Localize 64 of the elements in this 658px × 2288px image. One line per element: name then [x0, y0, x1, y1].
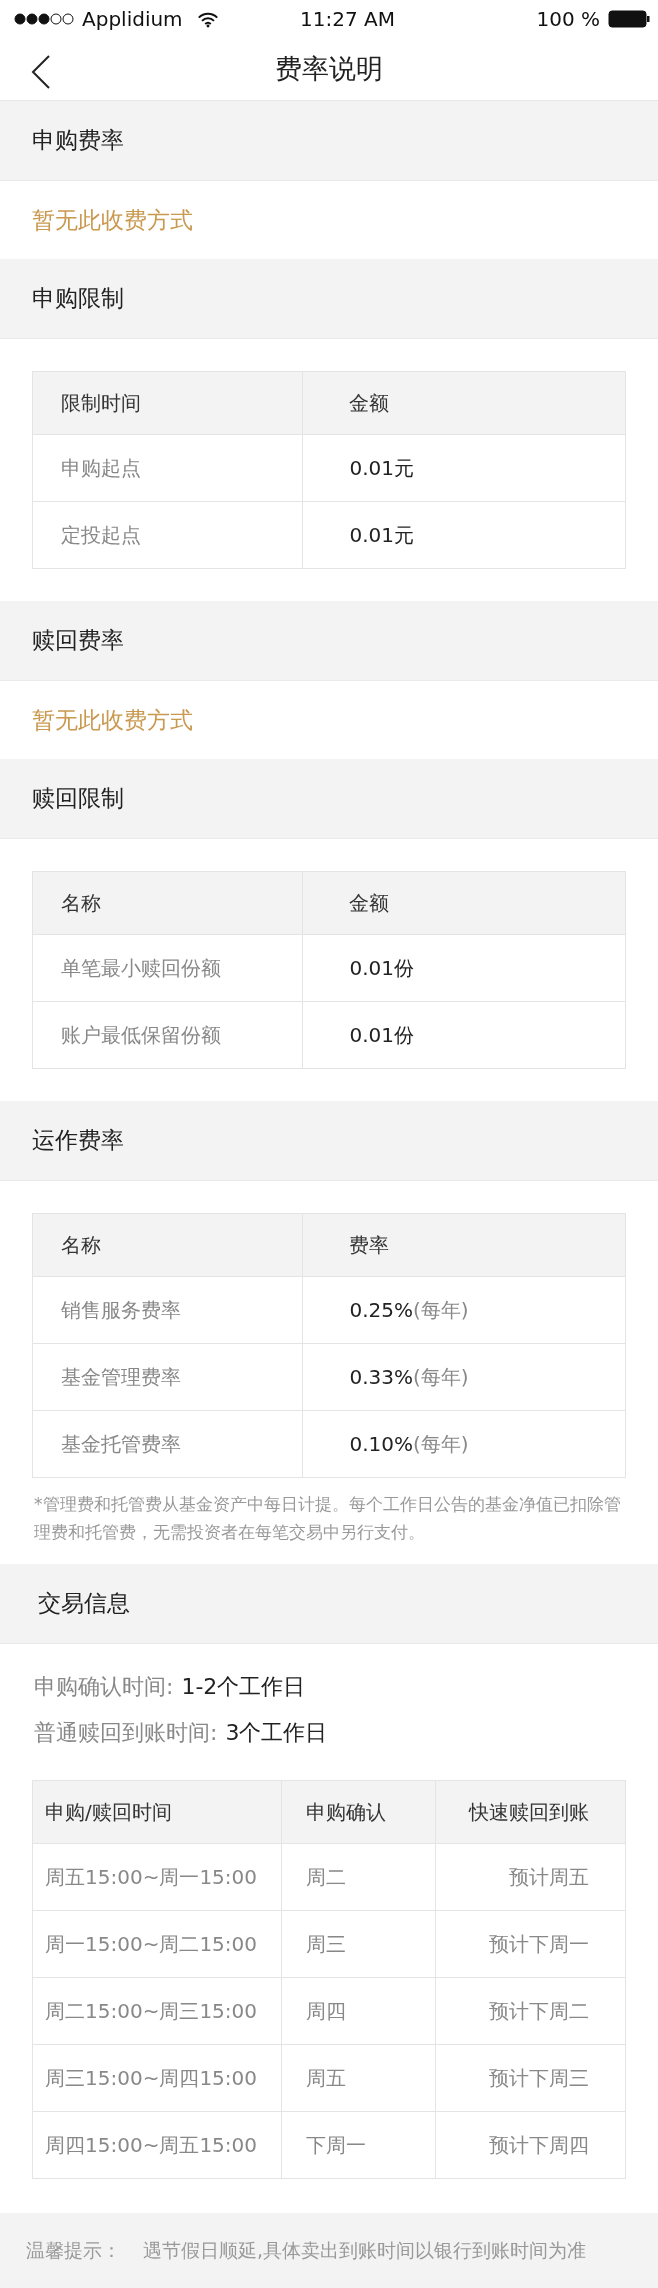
rate-value: 0.33%: [349, 1364, 413, 1389]
rate-period: (每年): [412, 1431, 469, 1456]
table-cell: 账户最低保留份额: [32, 1001, 303, 1069]
table-cell: 周一15:00~周二15:00: [32, 1910, 282, 1978]
table-cell: 基金托管费率: [32, 1410, 303, 1478]
column-header: 快速赎回到账: [435, 1780, 626, 1844]
signal-icon: [14, 12, 74, 26]
status-time: 11:27 AM: [300, 7, 396, 31]
section-header: 运作费率: [0, 1101, 658, 1181]
back-icon[interactable]: [30, 54, 52, 90]
fee-note: 暂无此收费方式: [31, 205, 194, 235]
table-cell: 0.01元: [302, 501, 626, 569]
info-value: 3个工作日: [225, 1719, 328, 1747]
page-title: 费率说明: [275, 52, 383, 86]
wifi-icon: [196, 10, 219, 28]
table-cell: 预计下周二: [435, 1977, 626, 2045]
column-header: 费率: [302, 1213, 626, 1277]
section-header: 交易信息: [0, 1564, 658, 1644]
section-header: 申购限制: [0, 259, 658, 339]
table-cell: 周五: [281, 2044, 436, 2112]
table-cell: 周三15:00~周四15:00: [32, 2044, 282, 2112]
footnote: *管理费和托管费从基金资产中每日计提。每个工作日公告的基金净值已扣除管理费和托管费，无需投资者在每笔交易中另行支付。: [33, 1493, 622, 1544]
table-cell: 单笔最小赎回份额: [32, 934, 303, 1002]
carrier-name: Applidium: [82, 7, 183, 31]
section-header: 赎回限制: [0, 759, 658, 839]
tip-text: 遇节假日顺延,具体卖出到账时间以银行到账时间为准: [143, 2237, 587, 2263]
table-cell: 预计周五: [435, 1843, 626, 1911]
table-cell: 基金管理费率: [32, 1343, 303, 1411]
info-label: 普通赎回到账时间:: [34, 1719, 218, 1747]
table-cell: 周四15:00~周五15:00: [32, 2111, 282, 2179]
rate-period: (每年): [412, 1297, 469, 1322]
table-cell: 预计下周四: [435, 2111, 626, 2179]
section-header: 申购费率: [0, 101, 658, 181]
table-cell: 周二15:00~周三15:00: [32, 1977, 282, 2045]
column-header: 申购确认: [281, 1780, 436, 1844]
table-cell: 预计下周一: [435, 1910, 626, 1978]
rate-period: (每年): [412, 1364, 469, 1389]
table-cell: 周四: [281, 1977, 436, 2045]
table-cell: 0.01份: [302, 934, 626, 1002]
column-header: 金额: [302, 371, 626, 435]
table-cell: 周三: [281, 1910, 436, 1978]
section-header: 赎回费率: [0, 601, 658, 681]
table-cell: 销售服务费率: [32, 1276, 303, 1344]
table-cell: 定投起点: [32, 501, 303, 569]
table-cell: 0.01份: [302, 1001, 626, 1069]
fee-note: 暂无此收费方式: [31, 705, 194, 735]
column-header: 申购/赎回时间: [32, 1780, 282, 1844]
column-header: 限制时间: [32, 371, 303, 435]
rate-value: 0.10%: [349, 1431, 413, 1456]
tip-label: 温馨提示：: [26, 2237, 121, 2263]
column-header: 金额: [302, 871, 626, 935]
column-header: 名称: [32, 1213, 303, 1277]
table-cell: 0.01元: [302, 434, 626, 502]
table-cell: 周二: [281, 1843, 436, 1911]
table-cell: 下周一: [281, 2111, 436, 2179]
table-cell: 申购起点: [32, 434, 303, 502]
table-cell: 周五15:00~周一15:00: [32, 1843, 282, 1911]
info-value: 1-2个工作日: [181, 1673, 306, 1701]
battery-percent: 100 %: [536, 7, 600, 31]
rate-value: 0.25%: [349, 1297, 413, 1322]
info-label: 申购确认时间:: [34, 1673, 174, 1701]
column-header: 名称: [32, 871, 303, 935]
battery-icon: [608, 10, 650, 28]
table-cell: 预计下周三: [435, 2044, 626, 2112]
